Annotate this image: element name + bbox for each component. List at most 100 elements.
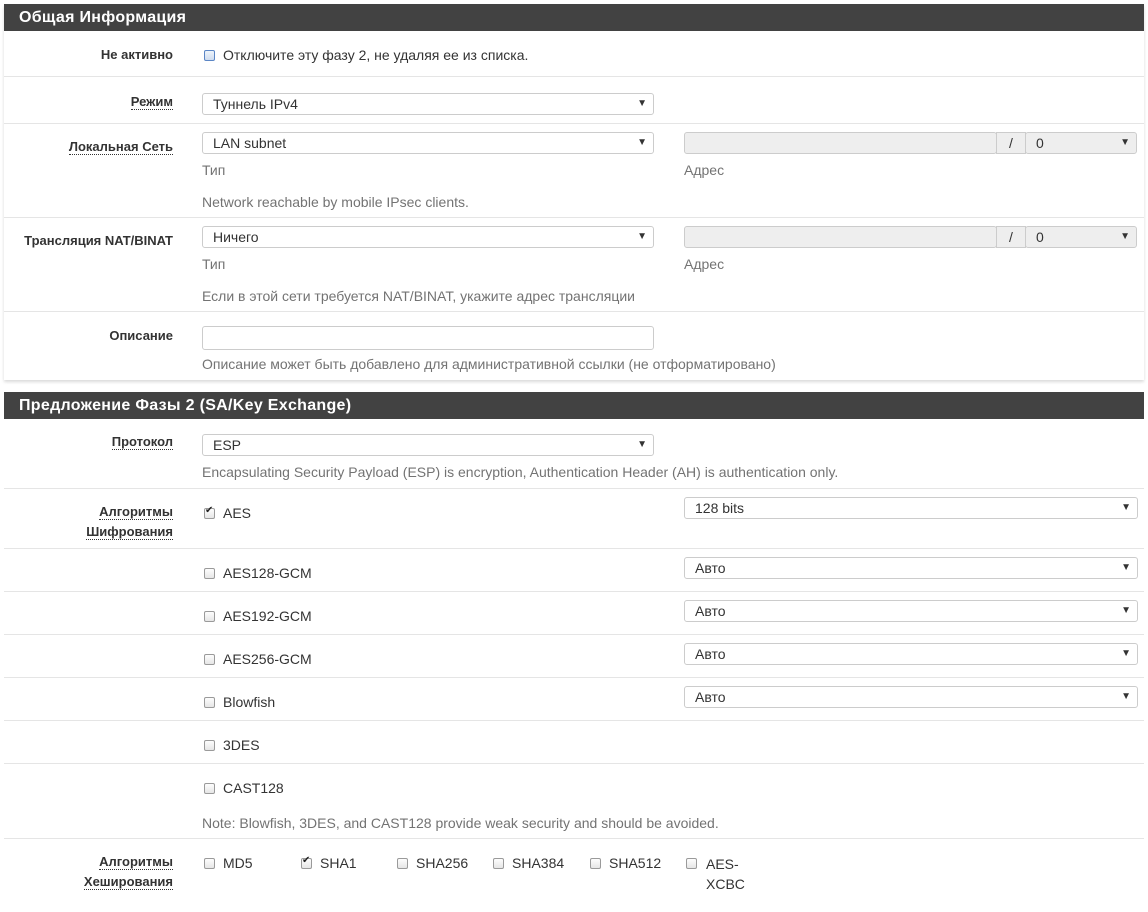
enc-aes256gcm-text: AES256-GCM xyxy=(223,651,312,667)
description-input[interactable] xyxy=(202,326,654,350)
chevron-down-icon: ▼ xyxy=(637,98,647,109)
hash-sha1-checkbox[interactable] xyxy=(301,855,312,869)
hash-sha512-checkbox[interactable] xyxy=(590,858,601,869)
nat-label: Трансляция NAT/BINAT xyxy=(24,233,173,248)
row-enc-3des: 3DES xyxy=(4,721,1144,764)
hash-md5-text: MD5 xyxy=(223,855,253,871)
hash-md5-checkbox[interactable] xyxy=(204,858,215,869)
enc-blowfish-keylen-value: Авто xyxy=(695,689,726,705)
local-network-type-caption: Тип xyxy=(202,162,226,178)
local-network-mask-value: 0 xyxy=(1036,135,1044,151)
row-enc-aes: Алгоритмы Шифрования AES 128 bits ▼ xyxy=(4,489,1144,549)
mode-label: Режим xyxy=(130,94,173,110)
proposal-heading: Предложение Фазы 2 (SA/Key Exchange) xyxy=(4,392,1144,419)
row-local-network: Локальная Сеть LAN subnet ▼ Тип / 0 ▼ Ад… xyxy=(4,124,1144,218)
hash-sha384-checkbox[interactable] xyxy=(493,858,504,869)
enc-aes192gcm-keylen-select[interactable]: Авто ▼ xyxy=(684,600,1138,622)
local-network-label: Локальная Сеть xyxy=(68,139,173,155)
description-label: Описание xyxy=(109,328,173,343)
encryption-label: Алгоритмы Шифрования xyxy=(86,504,173,540)
nat-address-input[interactable] xyxy=(684,226,997,248)
enc-aes128gcm-keylen-value: Авто xyxy=(695,560,726,576)
hashing-label: Алгоритмы Хеширования xyxy=(83,854,173,890)
enc-aes192gcm-keylen-value: Авто xyxy=(695,603,726,619)
row-description: Описание Описание может быть добавлено д… xyxy=(4,312,1144,380)
row-hashing: Алгоритмы Хеширования MD5 SHA1 SHA256 SH… xyxy=(4,839,1144,909)
enc-aes128gcm-keylen-select[interactable]: Авто ▼ xyxy=(684,557,1138,579)
nat-mask-select[interactable]: 0 ▼ xyxy=(1025,226,1137,248)
enc-aes256gcm-keylen-select[interactable]: Авто ▼ xyxy=(684,643,1138,665)
chevron-down-icon: ▼ xyxy=(637,231,647,242)
chevron-down-icon: ▼ xyxy=(1121,562,1131,573)
enc-3des-checkbox[interactable] xyxy=(204,740,215,751)
enc-aes-text: AES xyxy=(223,505,252,521)
nat-mask-value: 0 xyxy=(1036,229,1044,245)
description-help: Описание может быть добавлено для админи… xyxy=(202,356,776,372)
enc-aes128gcm-checkbox[interactable] xyxy=(204,568,215,579)
nat-help: Если в этой сети требуется NAT/BINAT, ук… xyxy=(202,288,635,304)
protocol-select-value: ESP xyxy=(213,437,242,453)
chevron-down-icon: ▼ xyxy=(637,439,647,450)
nat-type-value: Ничего xyxy=(213,229,259,245)
nat-slash: / xyxy=(996,226,1026,248)
nat-type-caption: Тип xyxy=(202,256,226,272)
enc-aes128gcm-text: AES128-GCM xyxy=(223,565,312,581)
enc-aes256gcm-checkbox[interactable] xyxy=(204,654,215,665)
row-enc-aes192gcm: AES192-GCM Авто ▼ xyxy=(4,592,1144,635)
local-network-help: Network reachable by mobile IPsec client… xyxy=(202,194,469,210)
chevron-down-icon: ▼ xyxy=(1120,231,1130,242)
enc-aes-keylen-value: 128 bits xyxy=(695,500,745,516)
chevron-down-icon: ▼ xyxy=(1121,691,1131,702)
encryption-note: Note: Blowfish, 3DES, and CAST128 provid… xyxy=(202,815,719,831)
disabled-label: Не активно xyxy=(100,47,173,62)
hash-sha384-text: SHA384 xyxy=(512,855,565,871)
hash-sha256-text: SHA256 xyxy=(416,855,469,871)
general-info-panel: Общая Информация Не активно Отключите эт… xyxy=(4,4,1144,380)
enc-blowfish-text: Blowfish xyxy=(223,694,276,710)
nat-type-select[interactable]: Ничего ▼ xyxy=(202,226,654,248)
enc-aes256gcm-keylen-value: Авто xyxy=(695,646,726,662)
local-network-address-input[interactable] xyxy=(684,132,997,154)
local-network-address-caption: Адрес xyxy=(684,162,725,178)
row-disabled: Не активно Отключите эту фазу 2, не удал… xyxy=(4,31,1144,77)
general-info-heading: Общая Информация xyxy=(4,4,1144,31)
mode-select[interactable]: Туннель IPv4 ▼ xyxy=(202,93,654,115)
row-enc-aes128gcm: AES128-GCM Авто ▼ xyxy=(4,549,1144,592)
enc-aes-keylen-select[interactable]: 128 bits ▼ xyxy=(684,497,1138,519)
chevron-down-icon: ▼ xyxy=(1121,502,1131,513)
row-enc-cast128: CAST128 Note: Blowfish, 3DES, and CAST12… xyxy=(4,764,1144,839)
hash-aesxcbc-checkbox[interactable] xyxy=(686,858,697,869)
chevron-down-icon: ▼ xyxy=(1120,137,1130,148)
enc-aes192gcm-checkbox[interactable] xyxy=(204,611,215,622)
chevron-down-icon: ▼ xyxy=(1121,605,1131,616)
nat-address-caption: Адрес xyxy=(684,256,725,272)
row-mode: Режим Туннель IPv4 ▼ xyxy=(4,77,1144,124)
hash-sha512-text: SHA512 xyxy=(609,855,662,871)
hash-sha256-checkbox[interactable] xyxy=(397,858,408,869)
hash-sha1-text: SHA1 xyxy=(320,855,357,871)
row-protocol: Протокол ESP ▼ Encapsulating Security Pa… xyxy=(4,419,1144,489)
row-enc-aes256gcm: AES256-GCM Авто ▼ xyxy=(4,635,1144,678)
local-network-type-select[interactable]: LAN subnet ▼ xyxy=(202,132,654,154)
protocol-help: Encapsulating Security Payload (ESP) is … xyxy=(202,464,839,480)
mode-select-value: Туннель IPv4 xyxy=(213,96,298,112)
enc-aes192gcm-text: AES192-GCM xyxy=(223,608,312,624)
enc-cast128-checkbox[interactable] xyxy=(204,783,215,794)
proposal-panel: Предложение Фазы 2 (SA/Key Exchange) Про… xyxy=(4,392,1144,912)
local-network-slash: / xyxy=(996,132,1026,154)
protocol-select[interactable]: ESP ▼ xyxy=(202,434,654,456)
enc-blowfish-keylen-select[interactable]: Авто ▼ xyxy=(684,686,1138,708)
local-network-type-value: LAN subnet xyxy=(213,135,287,151)
disabled-checkbox-text: Отключите эту фазу 2, не удаляя ее из сп… xyxy=(223,47,529,63)
enc-blowfish-checkbox[interactable] xyxy=(204,697,215,708)
chevron-down-icon: ▼ xyxy=(1121,648,1131,659)
enc-aes-checkbox[interactable] xyxy=(204,505,215,519)
chevron-down-icon: ▼ xyxy=(637,137,647,148)
row-enc-blowfish: Blowfish Авто ▼ xyxy=(4,678,1144,721)
disabled-checkbox[interactable] xyxy=(204,50,215,61)
enc-3des-text: 3DES xyxy=(223,737,260,753)
enc-cast128-text: CAST128 xyxy=(223,780,284,796)
row-nat: Трансляция NAT/BINAT Ничего ▼ Тип / 0 ▼ … xyxy=(4,218,1144,312)
local-network-mask-select[interactable]: 0 ▼ xyxy=(1025,132,1137,154)
protocol-label: Протокол xyxy=(111,434,173,450)
